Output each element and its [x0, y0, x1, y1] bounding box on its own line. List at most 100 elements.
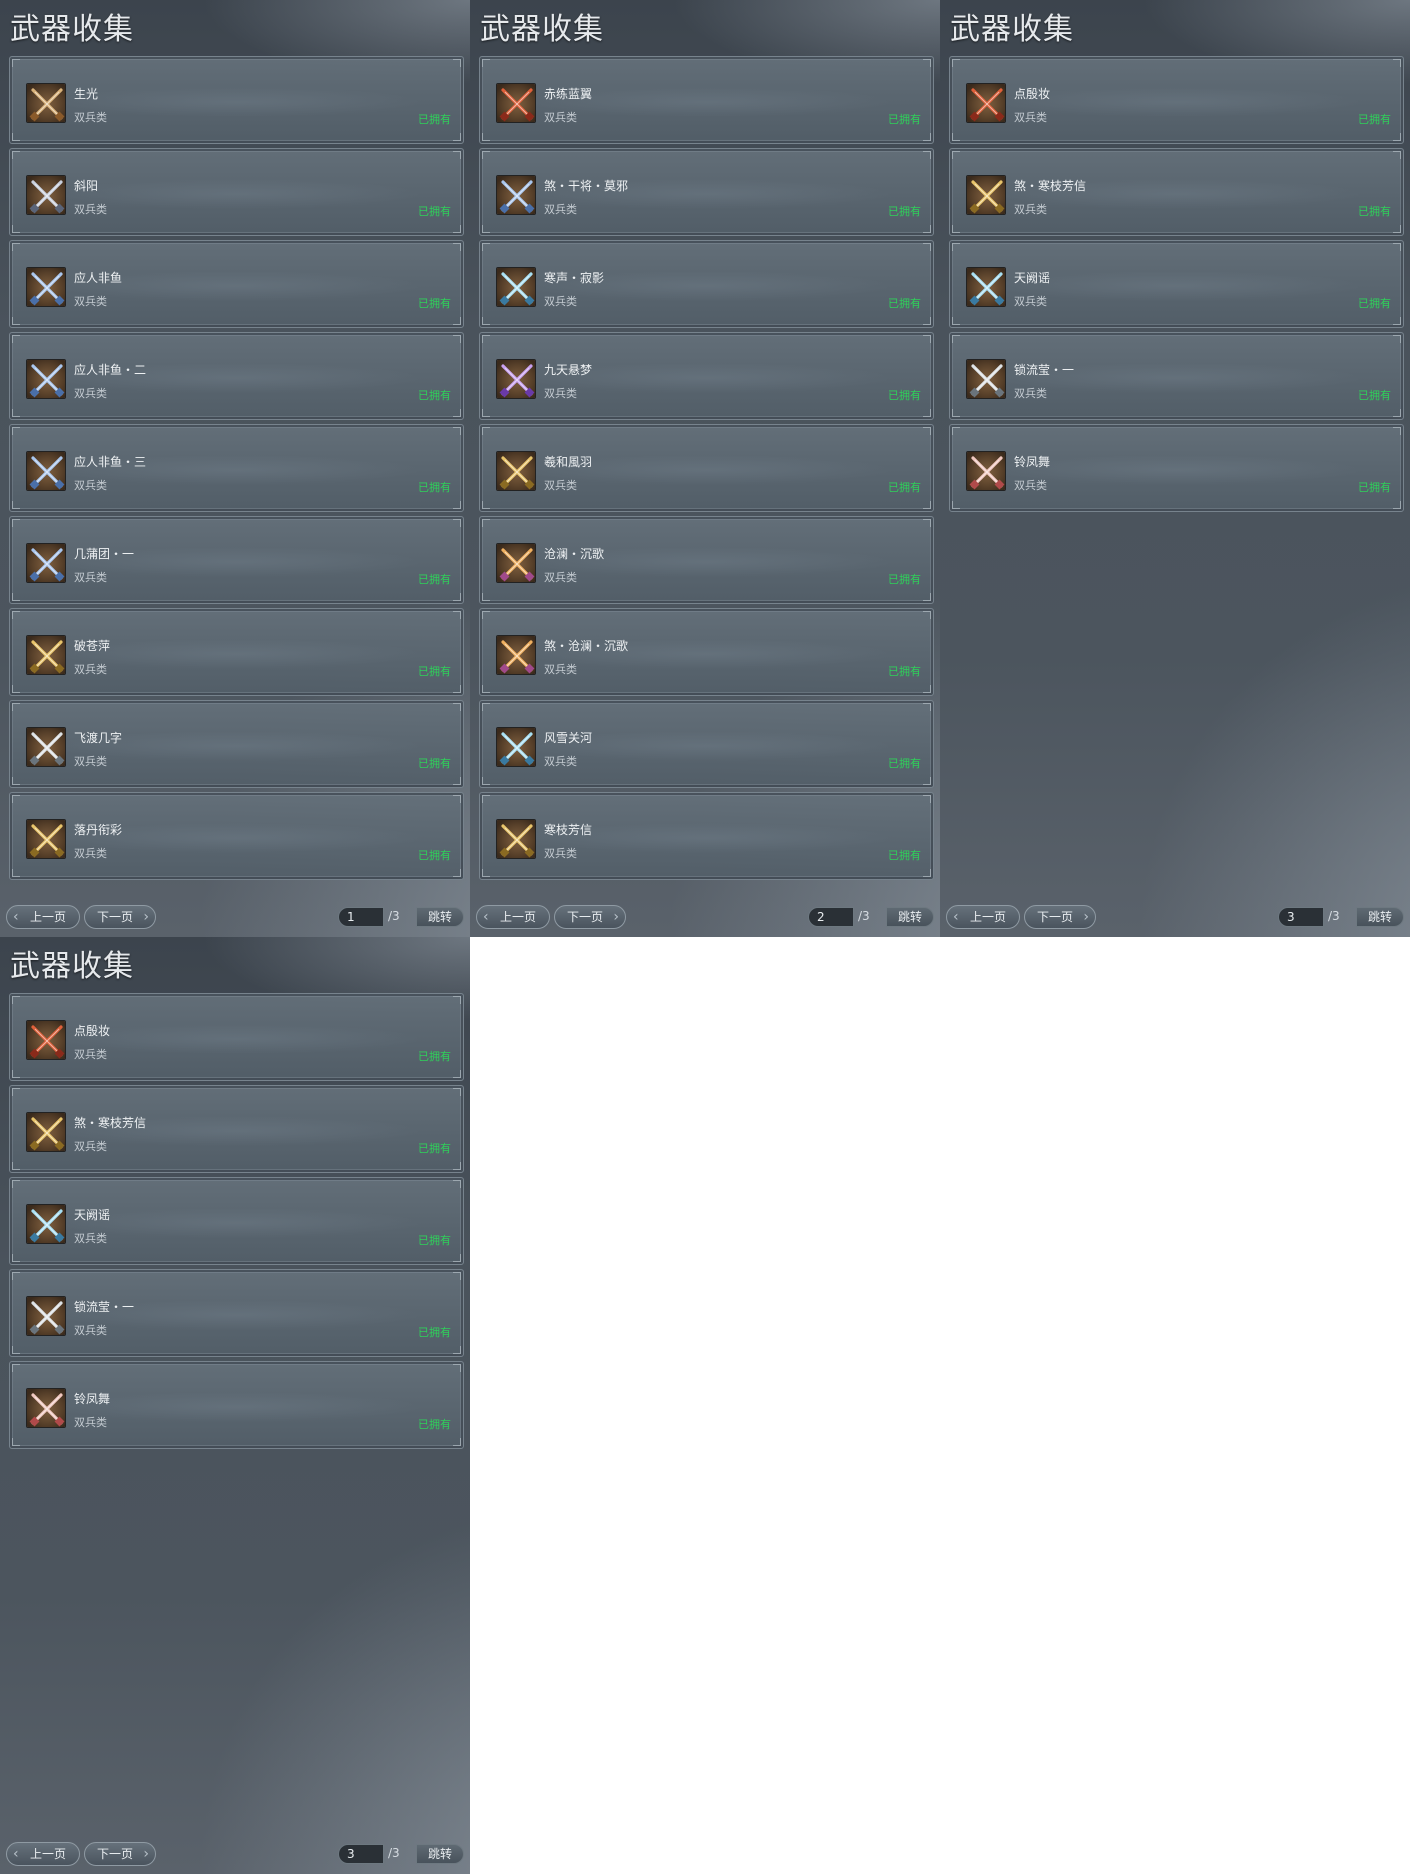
- prev-page-label: 上一页: [29, 1847, 66, 1861]
- weapon-card-1[interactable]: 赤练蓝翼 双兵类 已拥有: [479, 56, 934, 144]
- jump-button[interactable]: 跳转: [886, 907, 934, 927]
- owned-status: 已拥有: [418, 297, 451, 310]
- crossed-blades-bronze-icon: [26, 83, 66, 123]
- weapon-card-9[interactable]: 落丹衔彩 双兵类 已拥有: [9, 792, 464, 880]
- jump-button[interactable]: 跳转: [416, 1844, 464, 1864]
- owned-status: 已拥有: [418, 205, 451, 218]
- crossed-blades-ice-icon: [496, 727, 536, 767]
- weapon-type: 双兵类: [544, 479, 577, 492]
- weapon-card-5[interactable]: 铃凤舞 双兵类 已拥有: [949, 424, 1404, 512]
- crossed-blades-blue-icon: [26, 451, 66, 491]
- page-total: /3: [1328, 909, 1340, 923]
- weapon-type: 双兵类: [544, 111, 577, 124]
- jump-button[interactable]: 跳转: [1356, 907, 1404, 927]
- weapon-type: 双兵类: [74, 1232, 107, 1245]
- owned-status: 已拥有: [418, 665, 451, 678]
- weapon-type: 双兵类: [74, 1416, 107, 1429]
- weapon-card-8[interactable]: 风雪关河 双兵类 已拥有: [479, 700, 934, 788]
- weapon-card-1[interactable]: 生光 双兵类 已拥有: [9, 56, 464, 144]
- weapon-card-3[interactable]: 应人非鱼 双兵类 已拥有: [9, 240, 464, 328]
- pagination-bar: ‹ 上一页 下一页 › /3 跳转: [940, 905, 1410, 931]
- next-page-button[interactable]: 下一页 ›: [554, 905, 626, 929]
- page-number-input[interactable]: [338, 1844, 384, 1864]
- weapon-card-5[interactable]: 铃凤舞 双兵类 已拥有: [9, 1361, 464, 1449]
- jump-button[interactable]: 跳转: [416, 907, 464, 927]
- weapon-card-4[interactable]: 应人非鱼・二 双兵类 已拥有: [9, 332, 464, 420]
- prev-page-button[interactable]: ‹ 上一页: [6, 905, 80, 929]
- page-number-input[interactable]: [338, 907, 384, 927]
- weapon-name: 应人非鱼: [74, 271, 123, 285]
- weapon-name: 应人非鱼・三: [74, 455, 147, 469]
- weapon-type: 双兵类: [74, 1140, 107, 1153]
- owned-status: 已拥有: [888, 573, 921, 586]
- weapon-card-4[interactable]: 九天悬梦 双兵类 已拥有: [479, 332, 934, 420]
- weapon-type: 双兵类: [1014, 479, 1047, 492]
- owned-status: 已拥有: [418, 757, 451, 770]
- next-page-label: 下一页: [96, 910, 133, 924]
- crossed-blades-orange-icon: [496, 635, 536, 675]
- page-number-input[interactable]: [808, 907, 854, 927]
- weapon-type: 双兵类: [1014, 295, 1047, 308]
- weapon-card-3[interactable]: 天阙谣 双兵类 已拥有: [9, 1177, 464, 1265]
- weapon-type: 双兵类: [74, 755, 107, 768]
- weapon-card-5[interactable]: 羲和風羽 双兵类 已拥有: [479, 424, 934, 512]
- weapon-name: 破苍萍: [74, 639, 111, 653]
- page-title: 武器收集: [950, 12, 1074, 47]
- weapon-card-7[interactable]: 煞・沧澜・沉歌 双兵类 已拥有: [479, 608, 934, 696]
- weapon-type: 双兵类: [74, 111, 107, 124]
- weapon-card-9[interactable]: 寒枝芳信 双兵类 已拥有: [479, 792, 934, 880]
- weapon-type: 双兵类: [544, 203, 577, 216]
- weapon-card-3[interactable]: 天阙谣 双兵类 已拥有: [949, 240, 1404, 328]
- weapon-card-2[interactable]: 斜阳 双兵类 已拥有: [9, 148, 464, 236]
- weapon-name: 斜阳: [74, 179, 99, 193]
- weapon-card-6[interactable]: 几蒲团・一 双兵类 已拥有: [9, 516, 464, 604]
- crossed-blades-ice-icon: [966, 267, 1006, 307]
- weapon-card-1[interactable]: 点殷妆 双兵类 已拥有: [9, 993, 464, 1081]
- crossed-blades-gold-icon: [26, 1112, 66, 1152]
- owned-status: 已拥有: [418, 1326, 451, 1339]
- prev-page-button[interactable]: ‹ 上一页: [6, 1842, 80, 1866]
- page-title: 武器收集: [10, 12, 134, 47]
- weapon-name: 赤练蓝翼: [544, 87, 593, 101]
- next-page-button[interactable]: 下一页 ›: [84, 1842, 156, 1866]
- owned-status: 已拥有: [418, 481, 451, 494]
- weapon-name: 点殷妆: [74, 1024, 111, 1038]
- owned-status: 已拥有: [888, 757, 921, 770]
- chevron-left-icon: ‹: [953, 909, 959, 925]
- weapon-name: 飞渡几字: [74, 731, 123, 745]
- weapon-name: 煞・寒枝芳信: [74, 1116, 147, 1130]
- chevron-left-icon: ‹: [13, 909, 19, 925]
- weapon-card-2[interactable]: 煞・干将・莫邪 双兵类 已拥有: [479, 148, 934, 236]
- crossed-blades-blue-icon: [26, 267, 66, 307]
- collection-panel-page-3-full: 武器收集 点殷妆 双兵类 已拥有 煞・寒枝芳信 双兵类 已拥有 天阙谣 双兵类 …: [0, 937, 470, 1874]
- prev-page-button[interactable]: ‹ 上一页: [946, 905, 1020, 929]
- next-page-button[interactable]: 下一页 ›: [84, 905, 156, 929]
- weapon-card-5[interactable]: 应人非鱼・三 双兵类 已拥有: [9, 424, 464, 512]
- prev-page-button[interactable]: ‹ 上一页: [476, 905, 550, 929]
- weapon-name: 风雪关河: [544, 731, 593, 745]
- weapon-card-1[interactable]: 点殷妆 双兵类 已拥有: [949, 56, 1404, 144]
- weapon-list: 生光 双兵类 已拥有 斜阳 双兵类 已拥有 应人非鱼 双兵类 已拥有 应人非鱼・…: [9, 56, 464, 884]
- weapon-type: 双兵类: [544, 755, 577, 768]
- crossed-blades-gold-icon: [26, 819, 66, 859]
- crossed-blades-blue-icon: [26, 359, 66, 399]
- next-page-button[interactable]: 下一页 ›: [1024, 905, 1096, 929]
- weapon-type: 双兵类: [1014, 387, 1047, 400]
- owned-status: 已拥有: [418, 849, 451, 862]
- page-number-input[interactable]: [1278, 907, 1324, 927]
- crossed-blades-red-icon: [966, 83, 1006, 123]
- weapon-card-7[interactable]: 破苍萍 双兵类 已拥有: [9, 608, 464, 696]
- weapon-card-4[interactable]: 锁流莹・一 双兵类 已拥有: [9, 1269, 464, 1357]
- page-total: /3: [388, 1846, 400, 1860]
- weapon-card-8[interactable]: 飞渡几字 双兵类 已拥有: [9, 700, 464, 788]
- weapon-card-2[interactable]: 煞・寒枝芳信 双兵类 已拥有: [9, 1085, 464, 1173]
- pagination-bar: ‹ 上一页 下一页 › /3 跳转: [0, 1842, 470, 1868]
- weapon-type: 双兵类: [544, 571, 577, 584]
- weapon-name: 落丹衔彩: [74, 823, 123, 837]
- weapon-card-6[interactable]: 沧澜・沉歌 双兵类 已拥有: [479, 516, 934, 604]
- weapon-card-3[interactable]: 寒声・寂影 双兵类 已拥有: [479, 240, 934, 328]
- weapon-name: 铃凤舞: [1014, 455, 1051, 469]
- weapon-card-4[interactable]: 锁流莹・一 双兵类 已拥有: [949, 332, 1404, 420]
- weapon-card-2[interactable]: 煞・寒枝芳信 双兵类 已拥有: [949, 148, 1404, 236]
- owned-status: 已拥有: [888, 205, 921, 218]
